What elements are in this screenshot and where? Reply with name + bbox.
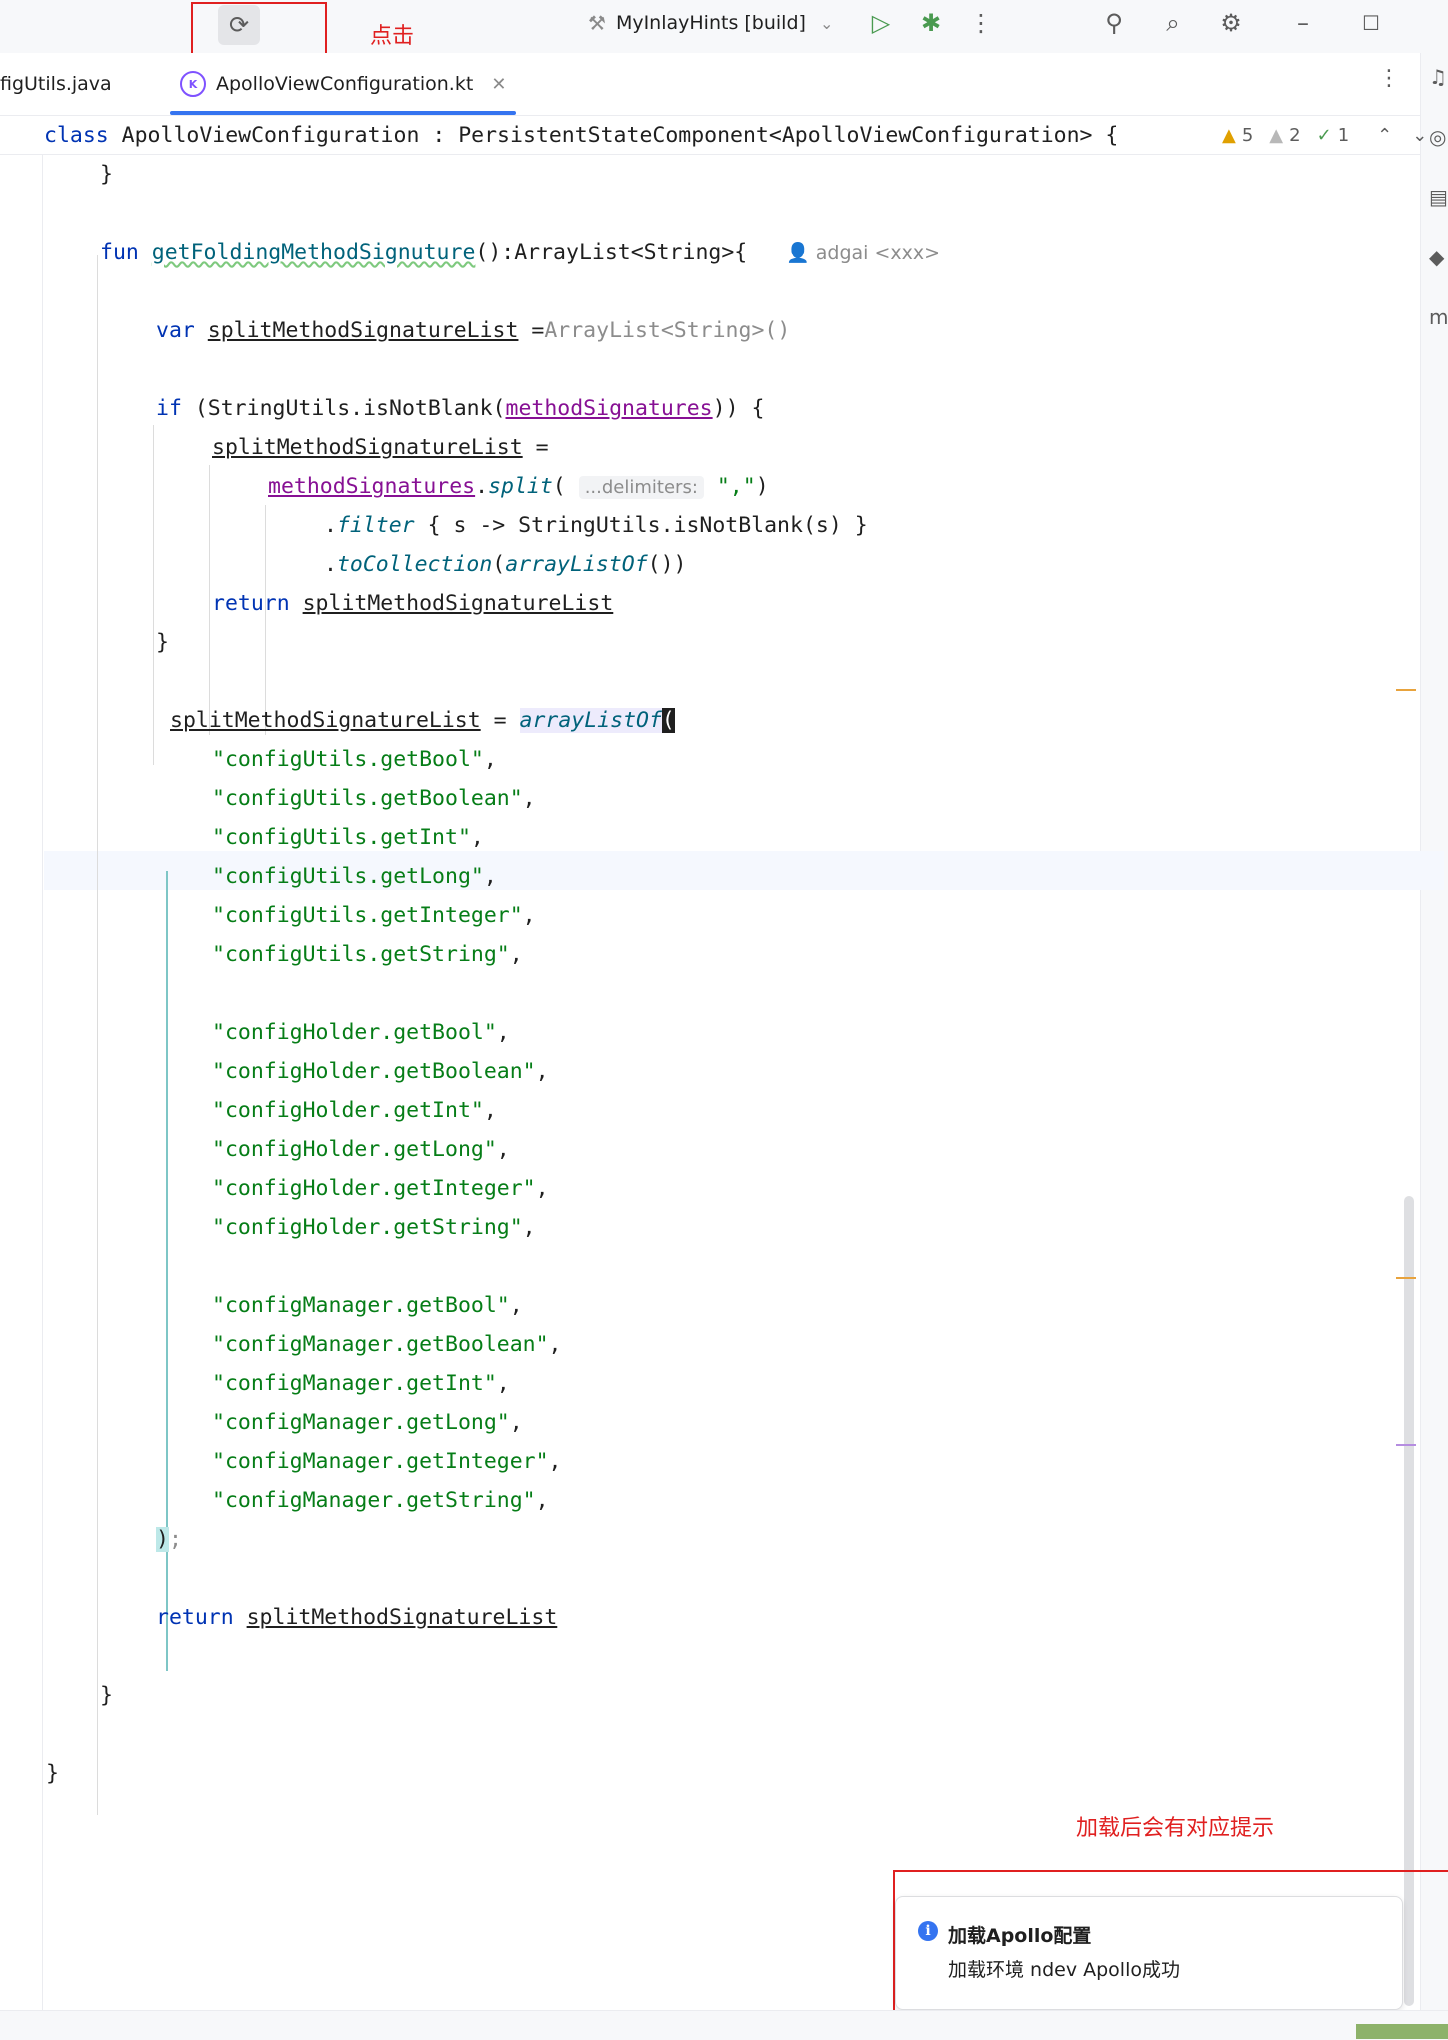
class-name: ApolloViewConfiguration [121, 122, 420, 148]
code-editor[interactable]: } fun getFoldingMethodSignuture():ArrayL… [44, 155, 1444, 2005]
more-vertical-icon[interactable]: ⋮ [966, 8, 996, 38]
code-line-string: "configHolder.getString", [212, 1215, 536, 1240]
code-line: if (StringUtils.isNotBlank(methodSignatu… [156, 396, 765, 421]
run-config-icon: ⚒ [588, 11, 606, 35]
code-line-string: "configHolder.getBool", [212, 1020, 510, 1045]
warning-marker[interactable] [1396, 689, 1416, 691]
notifications-icon[interactable]: ♫ [1429, 65, 1447, 89]
code-line: return splitMethodSignatureList [212, 591, 614, 616]
close-icon[interactable]: ✕ [491, 74, 506, 95]
run-icon[interactable]: ▷ [866, 8, 896, 38]
info-marker[interactable] [1396, 1444, 1416, 1446]
code-line-string: "configUtils.getInt", [212, 825, 484, 850]
class-keyword: class [44, 122, 122, 148]
editor-tab-bar: figUtils.java K ApolloViewConfiguration.… [0, 53, 1420, 116]
run-config-label: MyInlayHints [build] [615, 12, 806, 34]
indent-guide [209, 465, 210, 735]
chevron-down-icon[interactable]: ⌄ [1412, 125, 1427, 146]
code-line: } [46, 1761, 59, 1786]
database-icon[interactable]: ▤ [1429, 185, 1448, 209]
code-line: splitMethodSignatureList = [212, 435, 549, 460]
kotlin-file-icon: K [180, 71, 206, 97]
code-line-string: "configManager.getInt", [212, 1371, 510, 1396]
code-line: methodSignatures.split( ...delimiters: "… [268, 474, 769, 499]
warning-marker[interactable] [1396, 1277, 1416, 1279]
indent-guide [97, 255, 98, 1815]
tab-label: ApolloViewConfiguration.kt [216, 73, 474, 95]
code-line: .filter { s -> StringUtils.isNotBlank(s)… [324, 513, 868, 538]
code-line-current: splitMethodSignatureList = arrayListOf( [170, 708, 675, 733]
text-cursor: ( [661, 708, 675, 733]
code-line-string: "configHolder.getLong", [212, 1137, 510, 1162]
parameter-hint: ...delimiters: [578, 476, 704, 499]
maximize-icon[interactable]: ☐ [1354, 6, 1388, 40]
gear-icon[interactable]: ⚙ [1214, 6, 1248, 40]
indent-guide [153, 425, 154, 765]
code-line-string: "configUtils.getInteger", [212, 903, 536, 928]
code-line-string: "configManager.getBoolean", [212, 1332, 562, 1357]
code-line: fun getFoldingMethodSignuture():ArrayLis… [100, 240, 941, 265]
code-line: return splitMethodSignatureList [156, 1605, 558, 1630]
notification-body: 加载环境 ndev Apollo成功 [948, 1959, 1180, 1981]
status-indicator [1356, 2024, 1448, 2039]
tab-label: figUtils.java [0, 73, 112, 95]
code-line: } [100, 162, 113, 187]
maven-icon[interactable]: m [1429, 305, 1448, 329]
weak-warning-count: 2 [1289, 124, 1301, 146]
tab-apolloviewconfiguration[interactable]: K ApolloViewConfiguration.kt ✕ [170, 53, 517, 115]
info-icon: i [918, 1921, 938, 1941]
click-highlight-box [191, 2, 327, 60]
tab-configutils[interactable]: figUtils.java [0, 53, 112, 115]
search-icon[interactable]: ⌕ [1156, 6, 1190, 40]
check-icon: ✓ [1316, 124, 1332, 146]
more-vertical-icon[interactable]: ⋮ [1378, 66, 1400, 91]
weak-warning-icon: ▲ [1269, 124, 1284, 146]
annotation-hint: 加载后会有对应提示 [1076, 1816, 1275, 1841]
code-line-string: "configManager.getLong", [212, 1410, 523, 1435]
code-line-string: "configHolder.getBoolean", [212, 1059, 549, 1084]
add-user-icon[interactable]: ⚲ [1097, 6, 1131, 40]
warning-icon: ▲ [1222, 124, 1236, 146]
code-line-string: "configManager.getString", [212, 1488, 549, 1513]
code-line-string: "configUtils.getString", [212, 942, 523, 967]
code-line-string: "configUtils.getLong", [212, 864, 497, 889]
status-bar [0, 2010, 1448, 2040]
debug-icon[interactable]: ✱ [916, 8, 946, 38]
inspection-widget[interactable]: ▲ 5 ▲ 2 ✓ 1 ⌃ ⌄ [1222, 120, 1433, 150]
code-line: ); [156, 1527, 182, 1552]
editor-gutter [0, 155, 43, 2010]
code-line: var splitMethodSignatureList =ArrayList<… [156, 318, 791, 343]
notification-title: 加载Apollo配置 [948, 1925, 1092, 1947]
chevron-down-icon: ⌄ [819, 13, 834, 33]
minimize-icon[interactable]: – [1286, 6, 1320, 40]
author-hint: 👤 adgai <xxx> [786, 242, 941, 264]
code-line: } [156, 630, 169, 655]
gradle-icon[interactable]: ◆ [1429, 245, 1444, 269]
code-line: } [100, 1683, 113, 1708]
ok-count: 1 [1337, 124, 1350, 146]
run-configuration-selector[interactable]: ⚒ MyInlayHints [build] ⌄ [588, 8, 833, 38]
code-line-string: "configHolder.getInt", [212, 1098, 497, 1123]
warning-count: 5 [1241, 124, 1254, 146]
code-line-string: "configManager.getBool", [212, 1293, 523, 1318]
right-tool-strip: ♫ ◎ ▤ ◆ m [1420, 53, 1448, 2013]
code-line-string: "configUtils.getBoolean", [212, 786, 536, 811]
code-line-string: "configHolder.getInteger", [212, 1176, 549, 1201]
annotation-click: 点击 [370, 24, 415, 49]
chevron-up-icon[interactable]: ⌃ [1377, 125, 1392, 146]
class-declaration-rest: : PersistentStateComponent<ApolloViewCon… [419, 122, 1119, 148]
code-line-string: "configUtils.getBool", [212, 747, 497, 772]
sticky-scroll-line: class ApolloViewConfiguration : Persiste… [0, 116, 1420, 155]
notification-balloon[interactable]: i 加载Apollo配置 加载环境 ndev Apollo成功 [895, 1896, 1403, 2010]
code-line-string: "configManager.getInteger", [212, 1449, 562, 1474]
code-line: .toCollection(arrayListOf()) [324, 552, 687, 577]
